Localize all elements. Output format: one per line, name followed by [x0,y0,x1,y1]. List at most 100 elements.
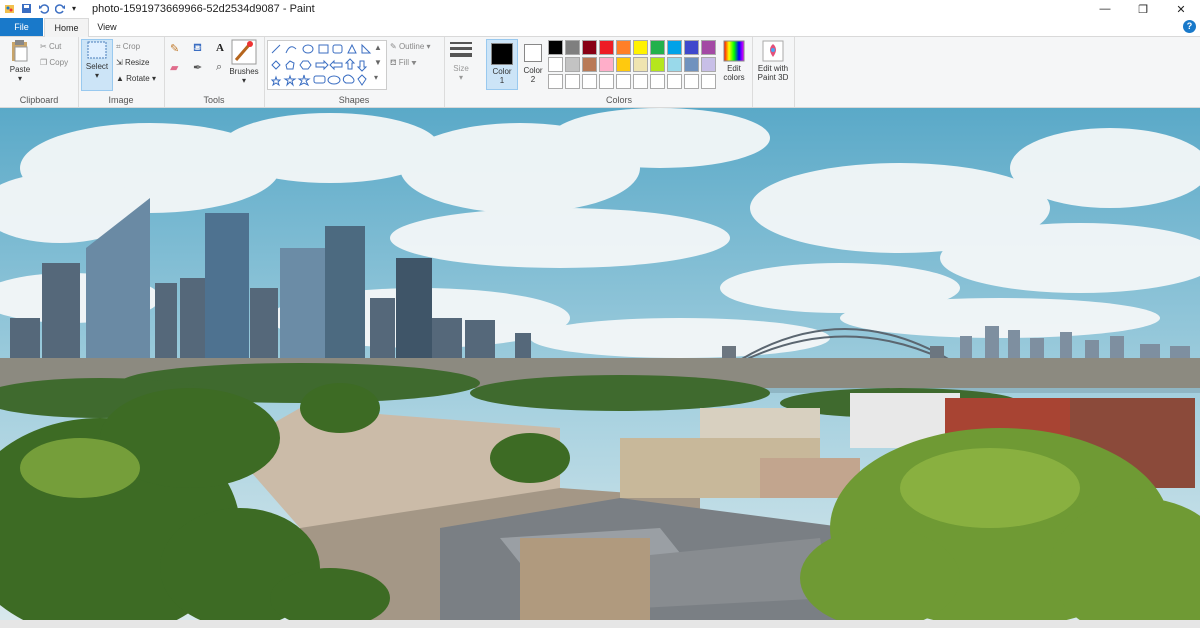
fill-bucket-icon[interactable]: ⛾ [193,42,211,56]
city-skyline-photo [0,108,1200,620]
palette-swatch[interactable] [582,57,597,72]
brushes-dropdown-icon[interactable]: ▾ [228,76,260,85]
brushes-icon [231,39,257,65]
redo-icon[interactable] [54,3,66,14]
select-dropdown-icon[interactable]: ▾ [82,71,112,80]
pencil-icon[interactable]: ✎ [170,42,188,56]
crop-button[interactable]: ⌗ Crop [116,42,140,52]
palette-swatch[interactable] [548,74,563,89]
palette-swatch[interactable] [582,40,597,55]
tab-home[interactable]: Home [44,18,89,37]
undo-icon[interactable] [38,3,50,14]
edit-colors-label-line2: colors [723,73,745,82]
minimize-button[interactable]: — [1086,0,1124,18]
palette-swatch[interactable] [667,40,682,55]
color-picker-icon[interactable]: ✒ [193,61,211,74]
palette-swatch[interactable] [599,40,614,55]
paste-button[interactable]: Paste ▾ [6,39,34,83]
palette-swatch[interactable] [616,57,631,72]
select-button[interactable]: Select ▾ [81,39,113,91]
edit-colors-button[interactable]: Edit colors [718,40,750,82]
color-palette [548,40,716,89]
palette-swatch[interactable] [650,74,665,89]
ribbon-divider [752,37,753,107]
shapes-group-label: Shapes [338,95,370,105]
tab-view[interactable]: View [88,18,126,36]
palette-swatch[interactable] [616,74,631,89]
paste-label: Paste [9,65,31,74]
edit-colors-label: Edit [727,64,741,73]
resize-icon: ⇲ [116,58,125,67]
cut-button[interactable]: ✂ Cut [40,42,61,51]
size-dropdown-icon[interactable]: ▾ [447,73,475,82]
palette-swatch[interactable] [684,40,699,55]
maximize-button[interactable]: ❐ [1124,0,1162,18]
palette-swatch[interactable] [599,57,614,72]
brushes-button[interactable]: Brushes ▾ [228,39,260,85]
outline-button[interactable]: ✎ Outline ▾ [390,42,431,51]
customize-toolbar-chevron-icon[interactable]: ▾ [72,3,83,14]
ribbon-tabs: File Home View [0,18,1200,37]
eraser-icon[interactable]: ▰ [170,61,188,74]
window-controls: — ❐ ✕ [1086,0,1200,18]
tools-grid: ✎ ⛾ A ▰ ✒ ⌕ [170,42,234,74]
palette-swatch[interactable] [667,57,682,72]
tools-group: ✎ ⛾ A ▰ ✒ ⌕ Brushes ▾ Tools [164,37,265,107]
paint3d-button[interactable]: Edit with Paint 3D [754,40,792,82]
fill-icon: ⛾ [390,58,399,67]
palette-swatch[interactable] [582,74,597,89]
color1-button[interactable]: Color 1 [486,39,518,90]
shapes-gallery-scroll[interactable]: ▲ ▼ ▾ [374,40,382,85]
palette-swatch[interactable] [701,40,716,55]
resize-label: Resize [124,58,150,67]
image-group: Select ▾ ⌗ Crop ⇲ Resize ▲ Rotate ▾ Imag… [78,37,165,107]
rotate-icon: ▲ [116,74,127,83]
palette-swatch[interactable] [616,40,631,55]
color2-number: 2 [530,75,536,84]
palette-swatch[interactable] [633,57,648,72]
copy-button[interactable]: ❐ Copy [40,58,68,67]
fill-label: Fill [398,58,409,67]
palette-swatch[interactable] [650,40,665,55]
paint3d-label-line2: Paint 3D [757,73,789,82]
edit-colors-icon [723,40,745,62]
ribbon: Paste ▾ ✂ Cut ❐ Copy Clipboard Select ▾ … [0,37,1200,108]
tools-group-label: Tools [203,95,225,105]
brushes-label: Brushes [229,67,259,76]
drawing-canvas[interactable] [0,108,1200,620]
palette-swatch[interactable] [701,57,716,72]
palette-swatch[interactable] [701,74,716,89]
palette-swatch[interactable] [633,74,648,89]
rotate-button[interactable]: ▲ Rotate ▾ [116,74,156,83]
select-label: Select [85,62,109,71]
outline-label: Outline [398,42,425,51]
palette-swatch[interactable] [548,40,563,55]
palette-swatch[interactable] [633,40,648,55]
help-button[interactable]: ? [1183,20,1196,33]
palette-swatch[interactable] [565,40,580,55]
close-button[interactable]: ✕ [1162,0,1200,18]
shapes-gallery[interactable] [267,40,387,90]
palette-swatch[interactable] [684,74,699,89]
palette-swatch[interactable] [565,57,580,72]
palette-swatch[interactable] [684,57,699,72]
palette-swatch[interactable] [599,74,614,89]
palette-swatch[interactable] [565,74,580,89]
color2-button[interactable]: Color 2 [518,39,548,84]
resize-button[interactable]: ⇲ Resize [116,58,149,67]
crop-label: Crop [122,42,141,51]
copy-label: Copy [49,58,69,67]
image-group-label: Image [108,95,134,105]
save-icon[interactable] [21,3,32,14]
size-button[interactable]: Size ▾ [447,40,475,82]
cut-label: Cut [48,42,62,51]
palette-swatch[interactable] [667,74,682,89]
paste-dropdown-icon[interactable]: ▾ [6,74,34,83]
fill-button[interactable]: ⛾ Fill ▾ [390,58,417,68]
palette-swatch[interactable] [650,57,665,72]
paste-icon [12,40,28,62]
shapes-group: ▲ ▼ ▾ ✎ Outline ▾ ⛾ Fill ▾ Shapes [264,37,445,107]
color1-label: Color [492,67,512,76]
palette-swatch[interactable] [548,57,563,72]
tab-file[interactable]: File [0,18,43,36]
